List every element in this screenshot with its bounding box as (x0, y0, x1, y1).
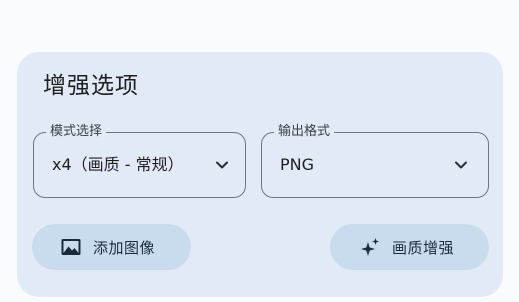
format-select-value: PNG (280, 155, 315, 174)
add-image-label: 添加图像 (93, 238, 156, 257)
enhance-button[interactable]: 画质增强 (330, 224, 489, 270)
add-image-button[interactable]: 添加图像 (32, 224, 191, 270)
sparkle-icon (361, 238, 379, 256)
panel-title: 增强选项 (43, 73, 139, 99)
image-icon (61, 239, 81, 255)
mode-select-label: 模式选择 (46, 124, 107, 140)
chevron-down-icon (216, 161, 228, 169)
mode-select[interactable]: 模式选择 x4（画质 - 常规） (33, 124, 246, 198)
format-select[interactable]: 输出格式 PNG (261, 124, 489, 198)
format-select-label: 输出格式 (274, 124, 335, 140)
enhance-label: 画质增强 (392, 238, 455, 257)
enhance-options-card: 增强选项 模式选择 x4（画质 - 常规） 输出格式 PNG 添加图像 画质增强 (17, 52, 503, 297)
mode-select-value: x4（画质 - 常规） (52, 155, 184, 174)
chevron-down-icon (455, 161, 467, 169)
